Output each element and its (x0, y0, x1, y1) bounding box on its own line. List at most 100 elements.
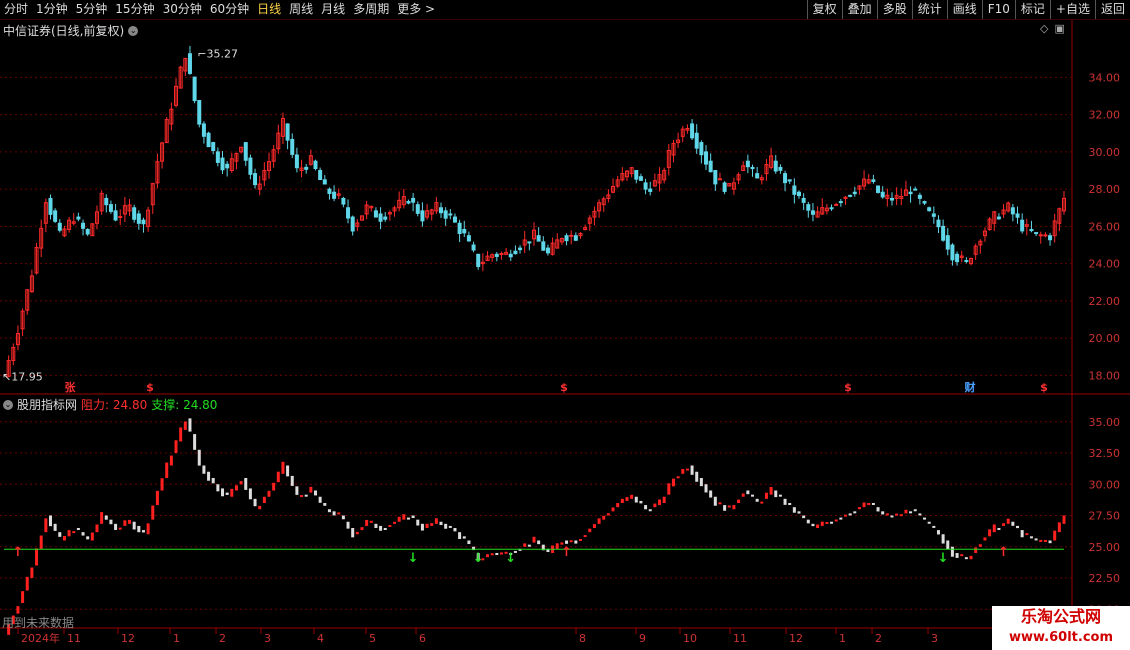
indicator-bar (662, 496, 666, 503)
indicator-bar (276, 471, 280, 483)
candle-body (964, 260, 969, 263)
indicator-y-tick: 22.50 (1089, 572, 1121, 585)
indicator-bar (699, 478, 703, 487)
indicator-bar (346, 521, 350, 529)
candle-body (53, 210, 58, 222)
indicator-bar (225, 492, 229, 495)
indicator-bar (53, 523, 57, 531)
candle-body (690, 123, 695, 139)
candle-body (838, 201, 843, 204)
candle-body (638, 176, 643, 181)
indicator-bar (806, 519, 810, 524)
watermark-url: www.60lt.com (992, 628, 1130, 650)
candle-body (108, 204, 113, 212)
candle-body (513, 250, 518, 255)
arrow-down-icon: ↓ (473, 551, 484, 566)
indicator-bar (397, 516, 401, 522)
candle-body (722, 182, 727, 192)
candle-body (76, 216, 81, 220)
candle-body (197, 100, 202, 125)
candle-body (378, 213, 383, 222)
indicator-bar (918, 513, 922, 516)
indicator-bar (588, 528, 592, 533)
indicator-bar (704, 484, 708, 493)
indicator-bar (848, 513, 852, 516)
candle-body (694, 132, 699, 149)
indicator-bar (21, 591, 25, 603)
candle-body (420, 210, 425, 222)
indicator-bar (523, 543, 527, 547)
candle-body (536, 235, 541, 242)
indicator-bar (616, 503, 620, 508)
candle-body (104, 197, 109, 206)
candle-body (346, 207, 351, 219)
x-axis-label: 3 (264, 632, 271, 645)
candle-body (341, 197, 346, 205)
indicator-bar (411, 515, 415, 518)
candle-body (936, 219, 941, 228)
indicator-bar (58, 532, 62, 537)
indicator-bar (932, 525, 936, 528)
indicator-bar (388, 524, 392, 527)
candle-body (573, 235, 578, 241)
indicator-bar (216, 484, 220, 492)
candle-body (141, 219, 146, 225)
indicator-bar (955, 553, 959, 558)
event-marker: $ (1040, 381, 1048, 394)
x-axis-label: 12 (789, 632, 803, 645)
indicator-bar (402, 514, 406, 520)
candle-body (113, 210, 118, 221)
x-axis-label: 2 (875, 632, 882, 645)
indicator-bar (960, 554, 964, 557)
indicator-bar (221, 488, 225, 497)
main-y-tick: 26.00 (1089, 220, 1121, 233)
candle-body (476, 253, 481, 267)
indicator-bar (48, 515, 52, 527)
indicator-bar (690, 465, 694, 475)
candle-body (941, 225, 946, 241)
indicator-bar (592, 524, 596, 528)
candle-body (778, 166, 783, 171)
arrow-up-icon: ↑ (998, 545, 1009, 560)
candle-body (871, 179, 876, 182)
indicator-bar (583, 535, 587, 538)
candle-body (1029, 228, 1034, 232)
event-marker: $ (560, 381, 568, 394)
x-axis-label: 2 (219, 632, 226, 645)
indicator-bar (1025, 533, 1029, 536)
indicator-bar (653, 503, 657, 508)
candle-body (713, 170, 718, 185)
indicator-bar (578, 539, 582, 542)
indicator-bar (453, 528, 457, 532)
candle-body (471, 244, 476, 251)
candle-body (187, 53, 192, 74)
indicator-bar (76, 528, 80, 530)
candle-body (917, 194, 922, 199)
x-axis-label: 1 (839, 632, 846, 645)
indicator-bar (839, 517, 843, 520)
indicator-bar (369, 520, 373, 523)
chart-canvas[interactable]: 34.00 32.00 30.00 28.00 26.00 24.00 22.00 20.00… (0, 0, 1130, 650)
candle-body (373, 210, 378, 218)
candle-body (439, 207, 444, 214)
candle-body (518, 247, 523, 251)
indicator-y-tick: 32.50 (1089, 447, 1121, 460)
arrow-down-icon: ↓ (938, 551, 949, 566)
candle-body (1034, 232, 1039, 235)
indicator-bar (1016, 525, 1020, 529)
candle-body (889, 197, 894, 201)
indicator-bar (295, 486, 299, 495)
candle-body (834, 203, 839, 206)
indicator-bar (853, 511, 857, 514)
indicator-bar (1011, 521, 1015, 526)
indicator-bar (532, 536, 536, 543)
event-marker: 财 (964, 380, 976, 394)
indicator-bar (234, 485, 238, 491)
indicator-bar (1048, 540, 1052, 544)
indicator-bar (843, 514, 847, 517)
indicator-bar (379, 525, 383, 531)
indicator-bar (239, 481, 243, 485)
candle-body (415, 204, 420, 214)
candle-body (783, 173, 788, 184)
indicator-bar (718, 502, 722, 505)
